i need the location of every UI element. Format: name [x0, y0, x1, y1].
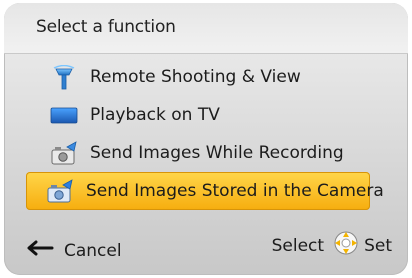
cancel-label: Cancel — [64, 240, 122, 261]
set-label: Set — [364, 235, 392, 256]
camera-send-stored-icon — [46, 179, 74, 203]
menu-item-playback-tv[interactable]: Playback on TV — [30, 96, 390, 134]
page-title: Select a function — [36, 17, 176, 37]
function-menu: Remote Shooting & View Playback on TV Se… — [26, 58, 390, 210]
footer-bar: Cancel Select Set — [4, 227, 408, 275]
menu-item-label: Playback on TV — [90, 105, 220, 125]
function-select-screen: Select a function Remote Shooting & View — [4, 3, 408, 275]
select-set-hint: Select Set — [272, 230, 392, 261]
select-label: Select — [271, 235, 325, 256]
camera-send-icon — [50, 141, 78, 165]
menu-item-send-while-recording[interactable]: Send Images While Recording — [30, 134, 390, 172]
remote-shooting-icon — [50, 64, 78, 90]
control-dial-icon — [330, 230, 362, 261]
menu-item-remote-shooting[interactable]: Remote Shooting & View — [30, 58, 390, 96]
menu-item-label: Remote Shooting & View — [90, 67, 301, 87]
tv-icon — [50, 103, 78, 127]
menu-item-label: Send Images Stored in the Camera — [86, 181, 384, 201]
back-arrow-icon — [26, 240, 56, 261]
menu-item-send-stored[interactable]: Send Images Stored in the Camera — [26, 172, 384, 210]
cancel-button[interactable]: Cancel — [26, 240, 122, 261]
menu-item-label: Send Images While Recording — [90, 143, 344, 163]
